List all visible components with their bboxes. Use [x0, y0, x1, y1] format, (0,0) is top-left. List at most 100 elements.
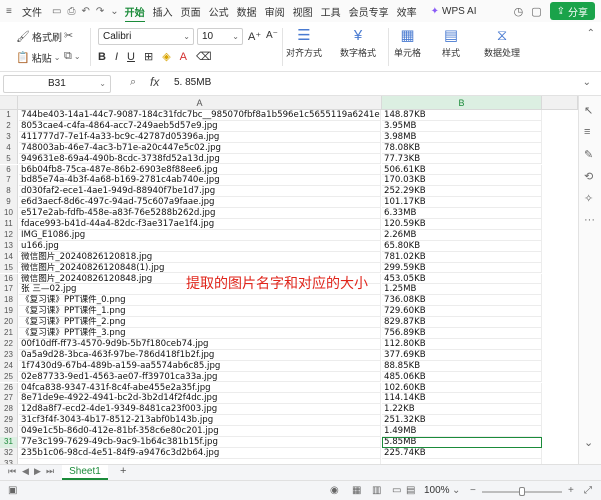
property-icon[interactable]: ≡: [584, 126, 590, 138]
table-row[interactable]: 28 12d8a8f7-ecd2-4de1-9349-8481ca23f003.j…: [0, 404, 578, 416]
cell-filesize[interactable]: 729.60KB: [382, 306, 542, 318]
bold-icon[interactable]: B: [98, 51, 106, 63]
cell-filename[interactable]: 235b1c06-98cd-4e51-84f9-a9476c3d2b64.jpg: [19, 447, 381, 459]
table-row[interactable]: 3 411777d7-7e1f-4a33-bc9c-42787d05396a.jp…: [0, 131, 578, 143]
row-number[interactable]: 29: [0, 415, 18, 427]
row-number[interactable]: 4: [0, 142, 18, 154]
clear-icon[interactable]: ⌫: [196, 50, 212, 63]
cell-filename[interactable]: 31cf3f4f-3043-4b17-8512-213abf0b143b.jpg: [19, 415, 381, 427]
cell-filesize[interactable]: 781.02KB: [382, 251, 542, 263]
tab-tools[interactable]: 工具: [321, 4, 341, 19]
row-number[interactable]: 6: [0, 164, 18, 176]
row-number[interactable]: 2: [0, 120, 18, 132]
row-number[interactable]: 5: [0, 153, 18, 165]
copy-button[interactable]: ⧉ ⌄: [64, 50, 81, 63]
row-number[interactable]: 28: [0, 404, 18, 416]
scroll-down-icon[interactable]: ⌄: [584, 436, 593, 449]
add-sheet-button[interactable]: +: [120, 465, 126, 477]
row-number[interactable]: 13: [0, 240, 18, 252]
row-number[interactable]: 14: [0, 251, 18, 263]
row-number[interactable]: 9: [0, 197, 18, 209]
table-row[interactable]: 32 235b1c06-98cd-4e51-84f9-a9476c3d2b64.j…: [0, 447, 578, 459]
share-button[interactable]: ⇪ 分享: [549, 2, 595, 20]
row-number[interactable]: 16: [0, 273, 18, 285]
cell-filename[interactable]: 12d8a8f7-ecd2-4de1-9349-8481ca23f003.jpg: [19, 404, 381, 416]
font-color-icon[interactable]: A: [180, 51, 187, 63]
cursor-icon[interactable]: ↖: [584, 104, 593, 117]
number-format-button[interactable]: ¥ 数字格式: [340, 26, 376, 59]
table-row[interactable]: 22 00f10dff-ff73-4570-9d9b-5b7f180ceb74.j…: [0, 338, 578, 350]
cell-filename[interactable]: 00f10dff-ff73-4570-9d9b-5b7f180ceb74.jpg: [19, 338, 381, 350]
menu-file[interactable]: 文件: [22, 4, 42, 19]
redo-icon[interactable]: ↷: [96, 6, 104, 17]
page-break-icon[interactable]: ▭: [392, 485, 401, 496]
cell-filesize[interactable]: 78.08KB: [382, 142, 542, 154]
wrench-icon[interactable]: ✧: [584, 192, 593, 205]
expand-formula-icon[interactable]: ⌄: [583, 77, 591, 88]
row-number[interactable]: 19: [0, 306, 18, 318]
cell-filename[interactable]: 《复习课》PPT课件_3.png: [19, 328, 381, 339]
cell-filesize[interactable]: 1.49MB: [382, 426, 542, 437]
row-number[interactable]: 23: [0, 349, 18, 361]
history-icon[interactable]: ◷: [514, 5, 524, 18]
zoom-in-icon[interactable]: +: [568, 485, 574, 496]
table-row[interactable]: 27 8e71de9e-4922-4941-bc2d-3b2d14f2f4dc.j…: [0, 393, 578, 405]
cell-filename[interactable]: 微信图片_20240826120818.jpg: [19, 251, 381, 263]
cell-filename[interactable]: 8053cae4-c4fa-4864-acc7-249aeb5d57e9.jpg: [19, 120, 381, 132]
table-row[interactable]: 15 微信图片_20240826120848(1).jpg 299.59KB: [0, 262, 578, 274]
cell-filesize[interactable]: 120.59KB: [382, 219, 542, 230]
row-number[interactable]: 17: [0, 284, 18, 296]
row-number[interactable]: 10: [0, 208, 18, 219]
cell-filename[interactable]: u166.jpg: [19, 240, 381, 252]
table-row[interactable]: 11 fdace993-b41d-44a4-82dc-f3ae317ae1f4.j…: [0, 219, 578, 230]
cell-filename[interactable]: 《复习课》PPT课件_1.png: [19, 306, 381, 318]
cell-filesize[interactable]: 101.17KB: [382, 197, 542, 209]
format-painter-button[interactable]: 🖌 格式刷: [16, 29, 62, 44]
font-grow-button[interactable]: A⁺: [248, 30, 261, 43]
cell-filesize[interactable]: 148.87KB: [382, 110, 542, 121]
table-row[interactable]: 21 《复习课》PPT课件_3.png 756.89KB: [0, 328, 578, 339]
cell-filesize[interactable]: 736.08KB: [382, 295, 542, 307]
fullscreen-icon[interactable]: ⤢: [584, 485, 592, 496]
print-icon[interactable]: ⎙: [67, 6, 75, 17]
table-row[interactable]: 25 02e87733-9ed1-4563-ae07-ff39701ca33a.j…: [0, 371, 578, 383]
row-number[interactable]: 11: [0, 219, 18, 230]
column-header-a[interactable]: A: [18, 96, 382, 110]
table-row[interactable]: 19 《复习课》PPT课件_1.png 729.60KB: [0, 306, 578, 318]
cell-filesize[interactable]: 485.06KB: [382, 371, 542, 383]
row-number[interactable]: 20: [0, 317, 18, 328]
row-number[interactable]: 8: [0, 186, 18, 198]
zoom-level[interactable]: 100%: [424, 485, 450, 496]
row-number[interactable]: 12: [0, 229, 18, 241]
cell-filesize[interactable]: 65.80KB: [382, 240, 542, 252]
cell-filesize[interactable]: 453.05KB: [382, 273, 542, 285]
cell-filesize[interactable]: 114.14KB: [382, 393, 542, 405]
cut-button[interactable]: ✂: [64, 29, 75, 42]
font-shrink-button[interactable]: A⁻: [266, 30, 278, 41]
table-row[interactable]: 8 d030faf2-ece1-4ae1-949d-88940f7be1d7.jp…: [0, 186, 578, 198]
cell-filesize[interactable]: 756.89KB: [382, 328, 542, 339]
sheet-tab-sheet1[interactable]: Sheet1: [62, 465, 108, 480]
tab-review[interactable]: 审阅: [265, 4, 285, 19]
cell-filesize[interactable]: 377.69KB: [382, 349, 542, 361]
fill-color-icon[interactable]: ◈: [162, 50, 170, 63]
macro-icon[interactable]: ▣: [8, 485, 17, 496]
formula-input[interactable]: 5. 85MB: [174, 77, 211, 88]
name-box[interactable]: B31 ⌄: [3, 75, 111, 93]
table-row[interactable]: 2 8053cae4-c4fa-4864-acc7-249aeb5d57e9.jp…: [0, 120, 578, 132]
table-row[interactable]: 31 77e3c199-7629-49cb-9ac9-1b64c381b15f.j…: [0, 437, 578, 448]
cell-filesize[interactable]: 252.29KB: [382, 186, 542, 198]
align-button[interactable]: ☰ 对齐方式: [286, 26, 322, 59]
wps-ai-button[interactable]: ✦ WPS AI: [431, 6, 477, 17]
table-row[interactable]: 20 《复习课》PPT课件_2.png 829.87KB: [0, 317, 578, 328]
cell-filesize[interactable]: 1.25MB: [382, 284, 542, 296]
cell-filesize[interactable]: 829.87KB: [382, 317, 542, 328]
tab-insert[interactable]: 插入: [153, 4, 173, 19]
table-row[interactable]: 30 049e1c5b-86d0-412e-81bf-358c6e80c201.j…: [0, 426, 578, 437]
cell-filename[interactable]: b6b04fb8-75ca-487e-86b2-6903e8f88ee6.jpg: [19, 164, 381, 176]
underline-icon[interactable]: U: [127, 51, 135, 63]
cell-filesize[interactable]: 225.74KB: [382, 447, 542, 459]
comment-icon[interactable]: ▢: [531, 5, 541, 18]
cell-filesize[interactable]: 506.61KB: [382, 164, 542, 176]
select-all-corner[interactable]: [0, 96, 18, 110]
